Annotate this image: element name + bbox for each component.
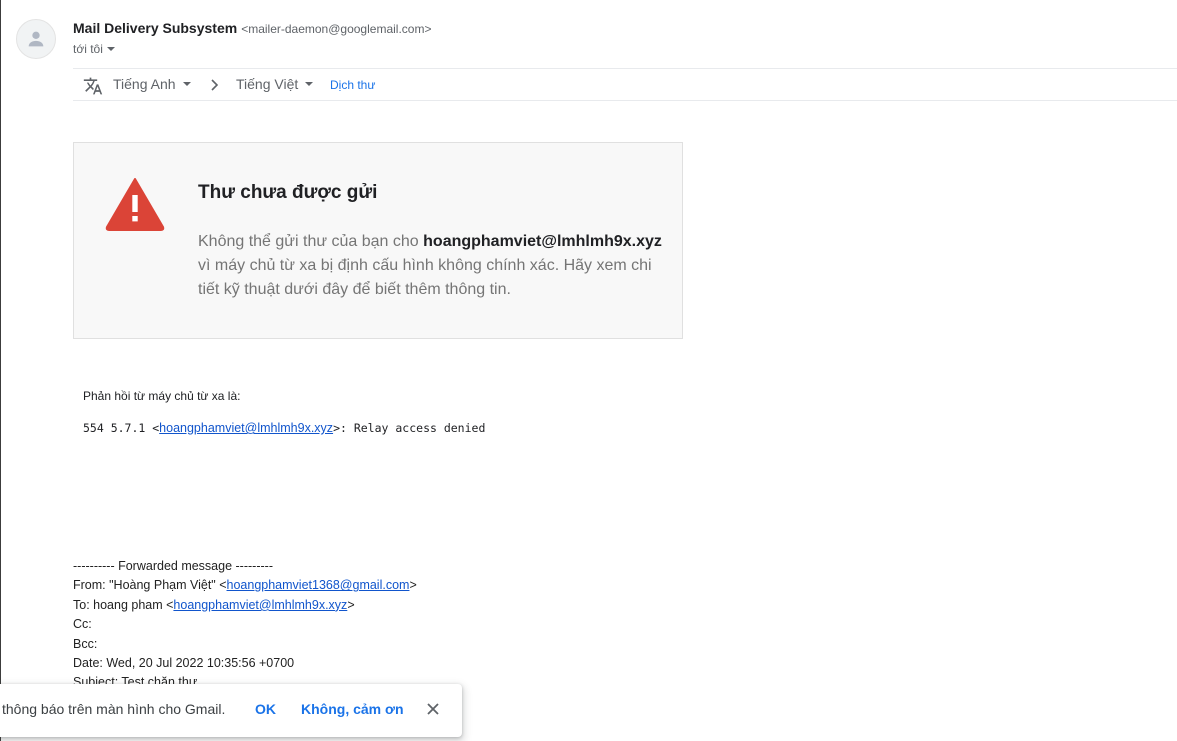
to-email-link[interactable]: hoangphamviet@lmhlmh9x.xyz bbox=[173, 598, 347, 612]
forwarded-bcc: Bcc: bbox=[73, 636, 98, 651]
from-email-link[interactable]: hoangphamviet1368@gmail.com bbox=[227, 578, 410, 592]
translate-message-link[interactable]: Dịch thư bbox=[330, 78, 375, 92]
bounce-notice: Thư chưa được gửi Không thể gửi thư của … bbox=[73, 142, 683, 339]
warning-icon bbox=[105, 178, 165, 231]
forwarded-from: From: "Hoàng Phạm Việt" <hoangphamviet13… bbox=[73, 576, 417, 595]
forwarded-to: To: hoang pham <hoangphamviet@lmhlmh9x.x… bbox=[73, 596, 417, 615]
decline-button[interactable]: Không, cảm ơn bbox=[301, 701, 404, 717]
target-language-label: Tiếng Việt bbox=[236, 76, 299, 92]
ok-button[interactable]: OK bbox=[255, 701, 276, 717]
forwarded-header: ---------- Forwarded message --------- bbox=[73, 559, 273, 573]
forwarded-cc: Cc: bbox=[73, 617, 92, 632]
recipient-details-toggle[interactable]: tới tôi bbox=[73, 42, 115, 56]
to-prefix: To: hoang pham < bbox=[73, 597, 174, 612]
bounce-text-after: vì máy chủ từ xa bị định cấu hình không … bbox=[198, 257, 652, 298]
to-suffix: > bbox=[347, 597, 355, 612]
caret-down-icon bbox=[305, 82, 314, 86]
bounce-text-before: Không thể gửi thư của bạn cho bbox=[198, 233, 424, 250]
sender-name-text: Mail Delivery Subsystem bbox=[73, 20, 238, 36]
caret-down-icon bbox=[182, 82, 191, 86]
avatar[interactable] bbox=[16, 19, 56, 59]
caret-down-icon bbox=[106, 47, 115, 51]
bounce-message: Không thể gửi thư của bạn cho hoangphamv… bbox=[198, 230, 668, 302]
bounce-title: Thư chưa được gửi bbox=[198, 182, 378, 203]
from-suffix: > bbox=[409, 578, 417, 593]
source-language-select[interactable]: Tiếng Anh bbox=[113, 76, 191, 92]
bounce-recipient: hoangphamviet@lmhlmh9x.xyz bbox=[423, 233, 662, 250]
from-prefix: From: "Hoàng Phạm Việt" < bbox=[73, 578, 227, 593]
desktop-notification-prompt: thông báo trên màn hình cho Gmail. OK Kh… bbox=[0, 684, 462, 737]
notification-text: thông báo trên màn hình cho Gmail. bbox=[2, 701, 226, 717]
translate-bar: Tiếng Anh Tiếng Việt Dịch thư bbox=[73, 68, 1177, 101]
close-icon[interactable] bbox=[426, 702, 440, 716]
forwarded-message: ---------- Forwarded message --------- F… bbox=[73, 557, 417, 693]
remote-response-code: 554 5.7.1 <hoangphamviet@lmhlmh9x.xyz>: … bbox=[83, 421, 485, 435]
target-language-select[interactable]: Tiếng Việt bbox=[236, 76, 314, 92]
forwarded-date: Date: Wed, 20 Jul 2022 10:35:56 +0700 bbox=[73, 656, 295, 671]
remote-response-label: Phản hồi từ máy chủ từ xa là: bbox=[83, 389, 241, 403]
chevron-right-icon bbox=[211, 79, 219, 91]
code-suffix: >: Relay access denied bbox=[333, 421, 486, 435]
recipient-email-link[interactable]: hoangphamviet@lmhlmh9x.xyz bbox=[159, 421, 333, 435]
sender-email: <mailer-daemon@googlemail.com> bbox=[241, 22, 432, 36]
code-prefix: 554 5.7.1 < bbox=[83, 421, 160, 435]
to-me-label: tới tôi bbox=[73, 42, 103, 56]
person-icon bbox=[28, 31, 44, 47]
sender-name[interactable]: Mail Delivery Subsystem <mailer-daemon@go… bbox=[73, 20, 431, 36]
window-edge bbox=[0, 0, 1, 741]
translate-icon bbox=[83, 77, 103, 95]
source-language-label: Tiếng Anh bbox=[113, 76, 176, 92]
